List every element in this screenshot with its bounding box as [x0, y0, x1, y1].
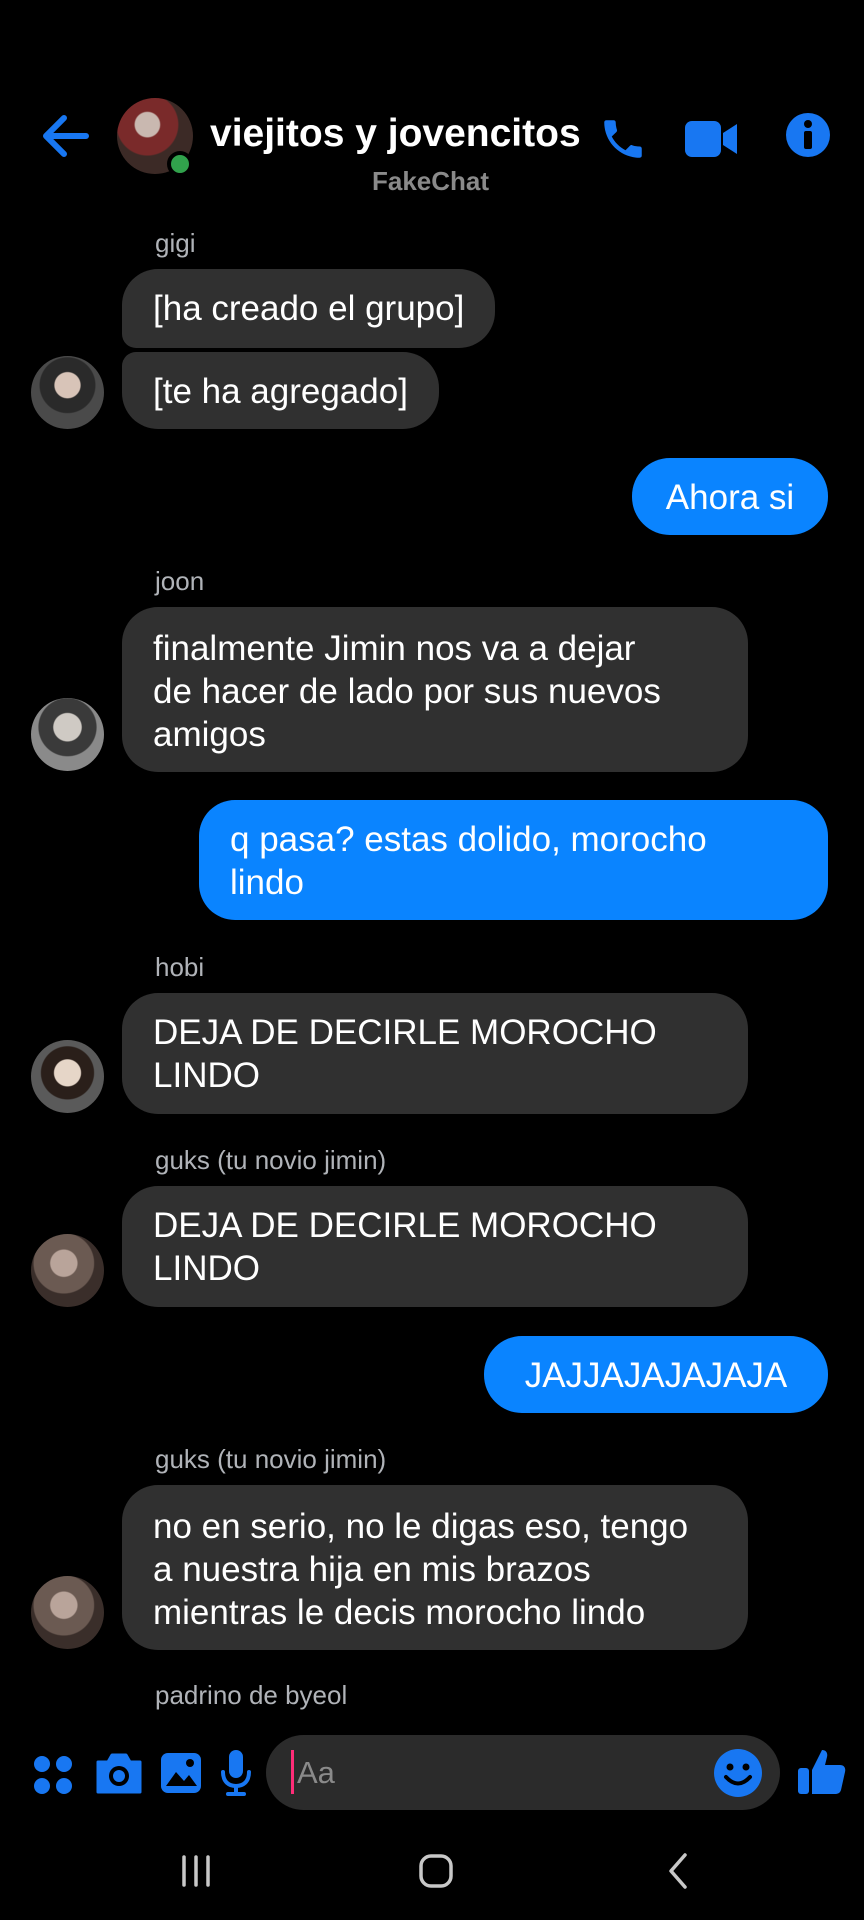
phone-icon — [604, 120, 642, 158]
system-back-button[interactable] — [648, 1846, 708, 1896]
message-line: JAJJAJAJAJAJA — [524, 1356, 788, 1395]
video-call-button[interactable] — [682, 112, 740, 166]
online-status-dot — [167, 151, 193, 177]
message-input[interactable] — [293, 1751, 697, 1795]
call-button[interactable] — [596, 112, 650, 166]
message-line: [te ha agregado] — [153, 372, 408, 411]
emoji-icon — [714, 1749, 762, 1797]
message-line: lindo — [230, 863, 304, 902]
microphone-icon — [221, 1750, 251, 1796]
camera-icon — [96, 1753, 142, 1794]
message-bubble[interactable]: finalmente Jimin nos va a dejar de hacer… — [122, 607, 748, 772]
conversation-title[interactable]: viejitos y jovencitos — [210, 112, 581, 156]
message-bubble-outgoing[interactable]: Ahora si — [632, 458, 828, 535]
message-line: LINDO — [153, 1249, 260, 1288]
emoji-button[interactable] — [712, 1747, 764, 1799]
message-bubble[interactable]: [te ha agregado] — [122, 352, 439, 429]
sender-name: joon — [155, 566, 205, 596]
info-button[interactable] — [783, 110, 833, 160]
apps-icon — [34, 1756, 72, 1794]
sender-name: hobi — [155, 952, 205, 982]
apps-button[interactable] — [30, 1752, 76, 1798]
sender-name: padrino de byeol — [155, 1680, 348, 1710]
message-line: mientras le decis morocho lindo — [153, 1593, 646, 1632]
sender-name: gigi — [155, 228, 196, 258]
message-line: de hacer de lado por sus nuevos — [153, 672, 661, 711]
conversation-subtitle: FakeChat — [372, 166, 490, 196]
sender-name: guks (tu novio jimin) — [155, 1145, 387, 1175]
avatar-guks[interactable] — [31, 1234, 104, 1307]
message-line: DEJA DE DECIRLE MOROCHO — [153, 1013, 657, 1052]
message-bubble-outgoing[interactable]: q pasa? estas dolido, morocho lindo — [199, 800, 828, 920]
message-line: Ahora si — [665, 478, 795, 517]
message-line: q pasa? estas dolido, morocho — [230, 820, 707, 859]
home-button[interactable] — [406, 1844, 466, 1898]
avatar-gigi[interactable] — [31, 356, 104, 429]
video-camera-icon — [685, 121, 737, 157]
avatar-guks[interactable] — [31, 1576, 104, 1649]
message-bubble-outgoing[interactable]: JAJJAJAJAJAJA — [484, 1336, 828, 1413]
back-button[interactable] — [36, 112, 94, 160]
message-line: amigos — [153, 715, 266, 754]
info-icon — [786, 113, 830, 157]
avatar-hobi[interactable] — [31, 1040, 104, 1113]
recents-icon — [182, 1855, 210, 1887]
message-line: finalmente Jimin nos va a dejar — [153, 629, 636, 668]
gallery-button[interactable] — [156, 1748, 206, 1798]
like-button[interactable] — [794, 1744, 850, 1800]
image-icon — [161, 1753, 201, 1793]
back-icon — [669, 1853, 687, 1889]
message-bubble[interactable]: DEJA DE DECIRLE MOROCHO LINDO — [122, 993, 748, 1114]
message-line: no en serio, no le digas eso, tengo — [153, 1507, 689, 1546]
recents-button[interactable] — [166, 1846, 226, 1896]
message-bubble[interactable]: [ha creado el grupo] — [122, 269, 496, 348]
home-icon — [419, 1854, 453, 1888]
thumbs-up-icon — [798, 1750, 846, 1794]
microphone-button[interactable] — [216, 1746, 256, 1800]
camera-button[interactable] — [94, 1748, 144, 1798]
message-bubble[interactable]: no en serio, no le digas eso, tengo a nu… — [122, 1485, 748, 1650]
sender-name: guks (tu novio jimin) — [155, 1444, 387, 1474]
message-line: a nuestra hija en mis brazos — [153, 1550, 591, 1589]
message-line: DEJA DE DECIRLE MOROCHO — [153, 1206, 657, 1245]
avatar-joon[interactable] — [31, 698, 104, 771]
arrow-left-icon — [43, 115, 89, 157]
message-line: LINDO — [153, 1056, 260, 1095]
message-bubble[interactable]: DEJA DE DECIRLE MOROCHO LINDO — [122, 1186, 748, 1307]
message-line: [ha creado el grupo] — [153, 289, 465, 328]
